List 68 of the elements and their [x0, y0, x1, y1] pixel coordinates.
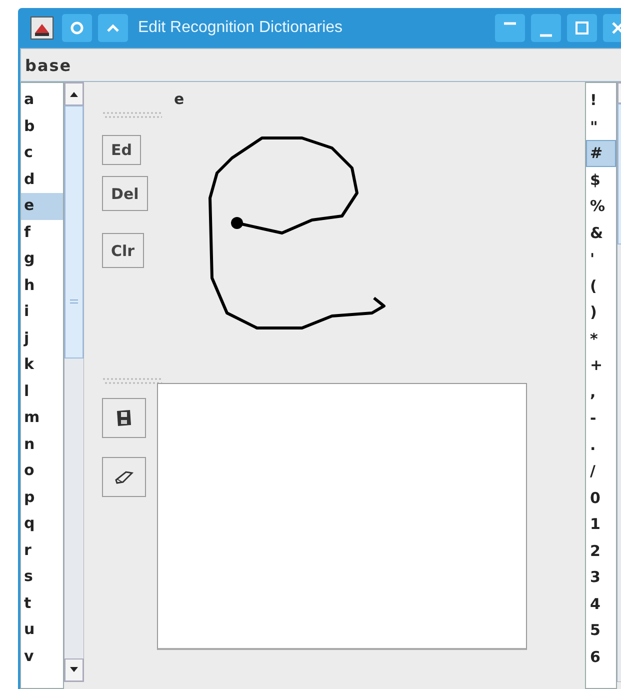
- circle-icon: [70, 21, 84, 35]
- symbol-list-item[interactable]: ,: [586, 378, 616, 405]
- roll-up-button[interactable]: [495, 14, 525, 42]
- letter-list-item[interactable]: a: [21, 87, 63, 114]
- symbol-list-item[interactable]: 1: [586, 511, 616, 538]
- letter-list-item[interactable]: f: [21, 220, 63, 246]
- symbol-list-item[interactable]: ): [586, 299, 616, 326]
- letter-list-item[interactable]: o: [21, 458, 63, 484]
- letter-list-item[interactable]: u: [21, 617, 63, 644]
- symbol-list-item[interactable]: *: [586, 326, 616, 352]
- shade-button[interactable]: [98, 14, 128, 42]
- letter-list-item[interactable]: s: [21, 564, 63, 590]
- window-title: Edit Recognition Dictionaries: [138, 19, 344, 37]
- letter-list-item[interactable]: r: [21, 538, 63, 564]
- menu-button[interactable]: [62, 14, 92, 42]
- close-icon: [611, 21, 621, 35]
- symbol-list-item[interactable]: 4: [586, 590, 616, 617]
- edit-button[interactable]: Ed: [102, 135, 141, 165]
- minimize-button[interactable]: [531, 14, 561, 42]
- delete-button[interactable]: Del: [102, 176, 148, 211]
- letter-list-item[interactable]: g: [21, 246, 63, 272]
- symbol-list-item[interactable]: %: [586, 193, 616, 220]
- eraser-button[interactable]: [102, 457, 146, 497]
- toolbar-grip[interactable]: [102, 110, 162, 120]
- dictionary-dropdown[interactable]: base: [20, 48, 621, 82]
- save-button[interactable]: [102, 398, 146, 438]
- symbol-list-item[interactable]: 0: [586, 484, 616, 511]
- symbol-list-item[interactable]: &: [586, 220, 616, 246]
- letter-list-item[interactable]: t: [21, 590, 63, 617]
- maximize-icon: [575, 21, 589, 35]
- letter-list-item[interactable]: i: [21, 299, 63, 326]
- symbol-list-item[interactable]: (: [586, 272, 616, 299]
- app-icon: [30, 16, 54, 40]
- symbol-list-item[interactable]: 3: [586, 564, 616, 590]
- symbol-list-item[interactable]: -: [586, 405, 616, 432]
- symbol-list-item[interactable]: 2: [586, 538, 616, 564]
- letter-list-item[interactable]: q: [21, 511, 63, 538]
- toolbar-grip[interactable]: [102, 376, 162, 386]
- letter-list-item[interactable]: j: [21, 326, 63, 352]
- glyph-label: e: [174, 90, 186, 110]
- symbol-list-item[interactable]: #: [586, 140, 616, 166]
- scrollbar[interactable]: [64, 82, 84, 682]
- letter-list-item[interactable]: h: [21, 272, 63, 299]
- symbol-list-item[interactable]: .: [586, 432, 616, 458]
- letter-list-item[interactable]: c: [21, 140, 63, 166]
- eraser-icon: [113, 469, 135, 485]
- letter-list-item[interactable]: l: [21, 378, 63, 405]
- clear-button[interactable]: Clr: [102, 233, 144, 268]
- roll-up-icon: [504, 22, 516, 24]
- letter-list-item[interactable]: m: [21, 405, 63, 432]
- caret-up-icon: [106, 23, 120, 33]
- maximize-button[interactable]: [567, 14, 597, 42]
- symbol-list-item[interactable]: ": [586, 114, 616, 140]
- symbol-list-item[interactable]: !: [586, 87, 616, 114]
- letter-list-item[interactable]: p: [21, 484, 63, 511]
- symbol-list-item[interactable]: 6: [586, 644, 616, 670]
- letter-list-item[interactable]: v: [21, 644, 63, 670]
- letter-list-item[interactable]: k: [21, 352, 63, 378]
- letter-list-item[interactable]: n: [21, 432, 63, 458]
- symbol-list-item[interactable]: /: [586, 458, 616, 484]
- letter-list-item[interactable]: e: [21, 193, 63, 220]
- symbol-list-item[interactable]: +: [586, 352, 616, 378]
- letter-list-item[interactable]: d: [21, 166, 63, 193]
- letter-list-item[interactable]: b: [21, 114, 63, 140]
- symbol-list-item[interactable]: 5: [586, 617, 616, 644]
- minimize-icon: [540, 34, 552, 36]
- symbol-list-item[interactable]: $: [586, 166, 616, 193]
- symbol-list-item[interactable]: ': [586, 246, 616, 272]
